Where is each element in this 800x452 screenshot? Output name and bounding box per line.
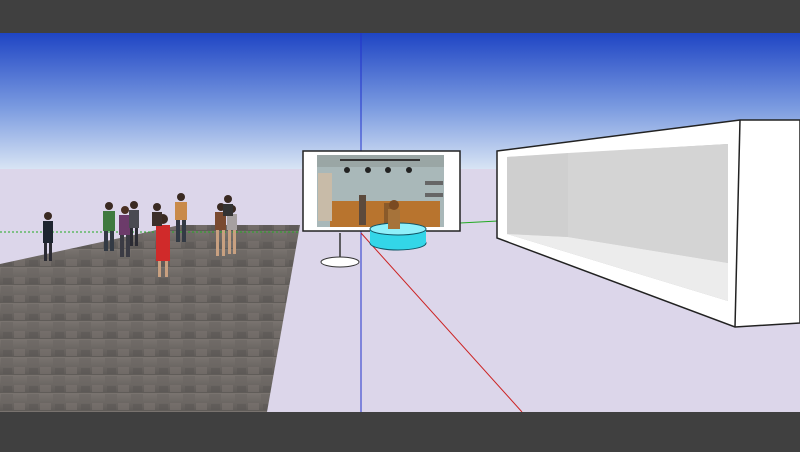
bottom-dark-bar — [0, 412, 800, 452]
3d-viewport[interactable] — [0, 33, 800, 412]
app-window — [0, 0, 800, 452]
top-dark-bar — [0, 0, 800, 33]
kiosk-booth[interactable] — [302, 150, 461, 232]
viewport-canvas[interactable] — [0, 33, 800, 412]
